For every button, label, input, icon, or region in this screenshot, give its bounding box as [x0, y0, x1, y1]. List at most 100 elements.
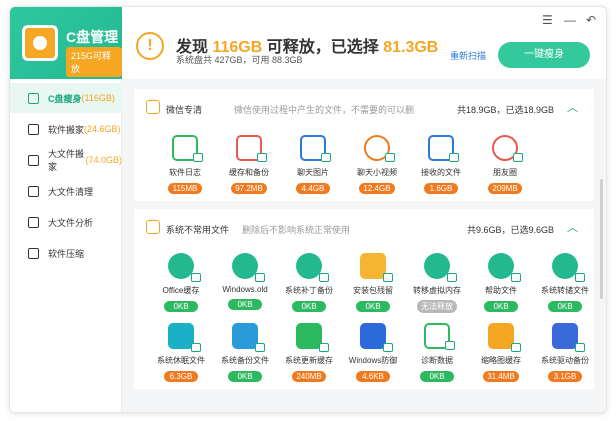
sidebar-item-label: 大文件分析 [48, 217, 94, 228]
system-item[interactable]: 安装包残留 0KB [344, 253, 402, 314]
system-item[interactable]: 系统休眠文件 6.3GB [152, 323, 210, 384]
item-label: 接收的文件 [421, 168, 461, 177]
system-item[interactable]: 缩略图缓存 31.4MB [472, 323, 530, 384]
office-icon [168, 253, 201, 282]
scrollbar[interactable] [600, 179, 603, 299]
sidebar-item-label: C盘瘦身 [48, 93, 82, 104]
checkbox-icon[interactable] [513, 153, 523, 162]
wechat-item[interactable]: 聊天小视频 12.4GB [348, 135, 406, 196]
app-title: C盘管理 [66, 29, 119, 45]
sidebar-item-label: 大文件清理 [48, 186, 94, 197]
wechat-item[interactable]: 接收的文件 1.6GB [412, 135, 470, 196]
sidebar-item-1[interactable]: 软件搬家 (24.6GB) [10, 114, 122, 144]
checkbox-icon[interactable] [575, 343, 585, 352]
item-label: Office缓存 [162, 286, 200, 295]
disk-icon [22, 25, 58, 61]
checkbox-icon[interactable] [575, 273, 585, 282]
checkbox-icon[interactable] [257, 153, 267, 162]
system-item[interactable]: Office缓存 0KB [152, 253, 210, 314]
checkbox-icon[interactable] [319, 273, 329, 282]
sidebar-item-label: 大文件搬家 [48, 149, 85, 172]
checkbox-icon[interactable] [383, 273, 393, 282]
checkbox-icon[interactable] [385, 153, 395, 162]
file-icon [146, 220, 160, 234]
chevron-up-icon[interactable]: ︿ [567, 219, 578, 235]
grid-icon [28, 247, 39, 259]
back-icon[interactable]: ↶ [586, 13, 596, 27]
checkbox-icon[interactable] [255, 273, 265, 282]
wechat-item[interactable]: 聊天图片 4.4GB [284, 135, 342, 196]
layers-icon [236, 135, 267, 162]
system-item[interactable]: 系统驱动备份 3.1GB [536, 323, 594, 384]
checkbox-icon[interactable] [511, 273, 521, 282]
system-item[interactable]: Windows.old 0KB [216, 253, 274, 312]
windows-old-icon [232, 253, 265, 282]
sidebar-item-label: 软件搬家 [48, 124, 85, 135]
item-size-badge: 12.4GB [359, 183, 395, 194]
update-icon [296, 323, 329, 352]
sidebar-item-0[interactable]: C盘瘦身 (116GB) [10, 83, 122, 113]
wechat-summary: 共18.9GB，已选18.9GB [456, 105, 554, 115]
checkbox-icon[interactable] [191, 343, 201, 352]
item-size-badge: 97.2MB [231, 183, 267, 194]
wechat-card: 微信专清 微信使用过程中产生的文件，不需要的可以删 共18.9GB，已选18.9… [134, 89, 594, 201]
sleep-icon [168, 323, 201, 352]
item-size-badge: 0KB [484, 301, 518, 312]
package-icon [360, 253, 393, 282]
warning-icon: ! [136, 32, 164, 60]
system-desc: 删除后不影响系统正常使用 [242, 225, 351, 235]
system-card: 系统不常用文件 删除后不影响系统正常使用 共9.6GB，已选9.6GB ︿ Of… [134, 209, 594, 389]
checkbox-icon[interactable] [191, 273, 201, 282]
diagnostics-icon [424, 323, 455, 350]
sidebar-item-3[interactable]: 大文件清理 [10, 176, 122, 206]
system-item[interactable]: 系统备份文件 0KB [216, 323, 274, 384]
wechat-item[interactable]: 朋友圈 209MB [476, 135, 534, 196]
minimize-icon[interactable]: — [564, 13, 576, 27]
system-item[interactable]: Windows防御 4.6KB [344, 323, 402, 384]
checkbox-icon[interactable] [319, 343, 329, 352]
checkbox-icon[interactable] [255, 343, 265, 352]
help-icon [488, 253, 521, 282]
system-item[interactable]: 系统补丁备份 0KB [280, 253, 338, 314]
content-area: 微信专清 微信使用过程中产生的文件，不需要的可以删 共18.9GB，已选18.9… [122, 79, 606, 412]
item-size-badge: 0KB [164, 301, 198, 312]
item-size-badge: 无法释放 [417, 300, 457, 313]
wechat-title: 微信专清 [166, 105, 203, 115]
item-size-badge: 4.6KB [356, 371, 390, 382]
item-label: 系统备份文件 [221, 356, 269, 365]
item-label: Windows.old [222, 285, 268, 294]
checkbox-icon[interactable] [445, 341, 455, 350]
item-label: 安装包残留 [353, 286, 393, 295]
menu-icon[interactable]: ☰ [542, 13, 553, 27]
sidebar-item-2[interactable]: 大文件搬家 (74.0GB) [10, 145, 122, 175]
checkbox-icon[interactable] [383, 343, 393, 352]
item-size-badge: 1.6GB [424, 183, 458, 194]
checkbox-icon[interactable] [449, 153, 459, 162]
checkbox-icon[interactable] [511, 343, 521, 352]
item-label: 系统休眠文件 [157, 356, 205, 365]
releasable-badge: 215G可释放 [66, 47, 122, 77]
aperture-icon [492, 135, 523, 162]
item-size-badge: 0KB [548, 301, 582, 312]
sidebar-item-5[interactable]: 软件压缩 [10, 238, 122, 268]
one-click-slim-button[interactable]: 一键瘦身 [498, 42, 590, 68]
sidebar-item-4[interactable]: 大文件分析 [10, 207, 122, 237]
item-label: 帮助文件 [485, 286, 517, 295]
wechat-item[interactable]: 软件日志 115MB [156, 135, 214, 196]
chevron-up-icon[interactable]: ︿ [567, 99, 578, 115]
wechat-item[interactable]: 缓存和备份 97.2MB [220, 135, 278, 196]
sidebar-nav: C盘瘦身 (116GB) 软件搬家 (24.6GB) 大文件搬家 (74.0GB) 大文件清… [10, 83, 122, 269]
checkbox-icon[interactable] [321, 153, 331, 162]
rescan-link[interactable]: 重新扫描 [450, 49, 486, 62]
system-item[interactable]: 系统更新缓存 240MB [280, 323, 338, 384]
system-item[interactable]: 帮助文件 0KB [472, 253, 530, 314]
system-item[interactable]: 诊断数据 0KB [408, 323, 466, 384]
system-item[interactable]: 系统转储文件 0KB [536, 253, 594, 314]
checkbox-icon[interactable] [447, 273, 457, 282]
system-item[interactable]: 转移虚拟内存 无法释放 [408, 253, 466, 314]
item-label: 软件日志 [169, 168, 201, 177]
clock-icon [232, 323, 265, 352]
checkbox-icon[interactable] [193, 153, 203, 162]
patch-icon [296, 253, 329, 282]
item-label: 聊天小视频 [357, 168, 397, 177]
